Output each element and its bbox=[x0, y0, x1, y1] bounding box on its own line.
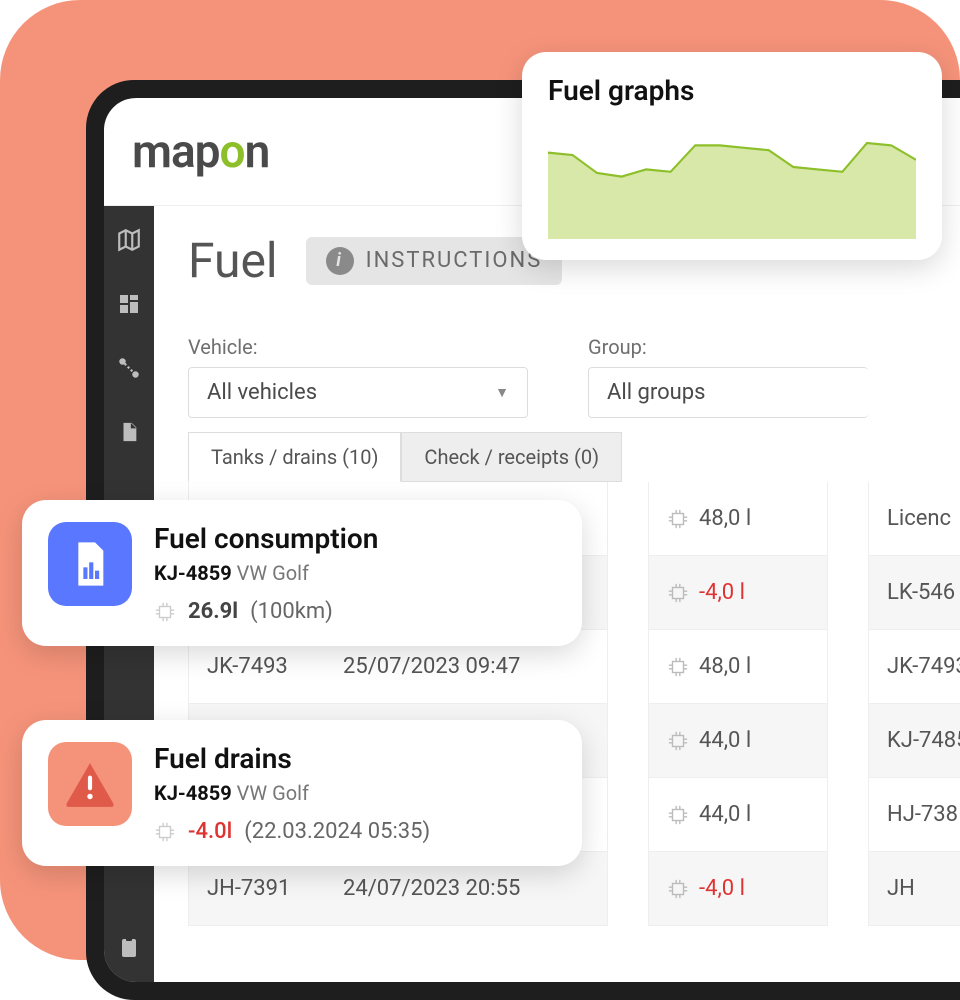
table-cell-licence: HJ-738 bbox=[868, 778, 960, 852]
table-cell-licence: JH bbox=[868, 852, 960, 926]
group-select-value: All groups bbox=[607, 380, 705, 405]
drains-vehicle: KJ-4859 VW Golf bbox=[154, 781, 430, 805]
vehicle-filter-label: Vehicle: bbox=[188, 335, 528, 359]
table-cell-volume: -4,0 l bbox=[648, 852, 828, 926]
consumption-value: 26.9l bbox=[188, 599, 238, 624]
chip-icon bbox=[667, 878, 689, 900]
logo-text-o: o bbox=[220, 125, 245, 179]
consumption-vehicle: KJ-4859 VW Golf bbox=[154, 561, 378, 585]
drains-title: Fuel drains bbox=[154, 742, 430, 775]
clipboard-icon[interactable] bbox=[115, 934, 143, 962]
table-cell-licence: LK-546 bbox=[868, 556, 960, 630]
chevron-down-icon: ▼ bbox=[495, 384, 509, 401]
alert-icon bbox=[48, 742, 132, 826]
consumption-title: Fuel consumption bbox=[154, 522, 378, 555]
group-filter-label: Group: bbox=[588, 335, 868, 359]
info-icon: i bbox=[326, 247, 354, 275]
page-title: Fuel bbox=[188, 232, 278, 289]
tab-receipts[interactable]: Check / receipts (0) bbox=[401, 432, 622, 482]
map-icon[interactable] bbox=[115, 226, 143, 254]
dashboard-icon[interactable] bbox=[115, 290, 143, 318]
group-select[interactable]: All groups bbox=[588, 367, 868, 418]
fuel-drains-card[interactable]: Fuel drains KJ-4859 VW Golf -4.0l (22.03… bbox=[22, 720, 582, 866]
table-cell-volume: 48,0 l bbox=[648, 482, 828, 556]
table-cell-volume: 44,0 l bbox=[648, 778, 828, 852]
chip-icon bbox=[154, 601, 176, 623]
table-cell-volume: -4,0 l bbox=[648, 556, 828, 630]
fuel-graphs-popover: Fuel graphs bbox=[522, 52, 942, 260]
app-logo: mapon bbox=[132, 125, 269, 179]
fuel-graphs-title: Fuel graphs bbox=[548, 74, 916, 107]
logo-text-post: n bbox=[245, 125, 270, 179]
route-icon[interactable] bbox=[115, 354, 143, 382]
column-header-licence: Licenc bbox=[868, 482, 960, 556]
chip-icon bbox=[154, 821, 176, 843]
document-icon[interactable] bbox=[115, 418, 143, 446]
vehicle-select[interactable]: All vehicles ▼ bbox=[188, 367, 528, 418]
table-cell-volume: 44,0 l bbox=[648, 704, 828, 778]
table-cell-volume: 48,0 l bbox=[648, 630, 828, 704]
chip-icon bbox=[667, 582, 689, 604]
logo-text-pre: map bbox=[132, 125, 220, 179]
chip-icon bbox=[667, 804, 689, 826]
fuel-sparkline bbox=[548, 119, 916, 239]
chip-icon bbox=[667, 508, 689, 530]
chip-icon bbox=[667, 730, 689, 752]
report-file-icon bbox=[48, 522, 132, 606]
chip-icon bbox=[667, 656, 689, 678]
drains-date: (22.03.2024 05:35) bbox=[244, 819, 430, 844]
group-filter: Group: All groups bbox=[588, 335, 868, 418]
table-cell-licence: JK-7493 bbox=[868, 630, 960, 704]
consumption-unit: (100km) bbox=[250, 599, 333, 624]
tabs: Tanks / drains (10) Check / receipts (0) bbox=[188, 432, 960, 482]
vehicle-filter: Vehicle: All vehicles ▼ bbox=[188, 335, 528, 418]
tab-tanks[interactable]: Tanks / drains (10) bbox=[188, 432, 401, 482]
drains-value: -4.0l bbox=[188, 819, 232, 844]
vehicle-select-value: All vehicles bbox=[207, 380, 317, 405]
instructions-label: INSTRUCTIONS bbox=[366, 248, 543, 273]
table-cell-licence: KJ-7485 bbox=[868, 704, 960, 778]
fuel-consumption-card[interactable]: Fuel consumption KJ-4859 VW Golf 26.9l (… bbox=[22, 500, 582, 646]
